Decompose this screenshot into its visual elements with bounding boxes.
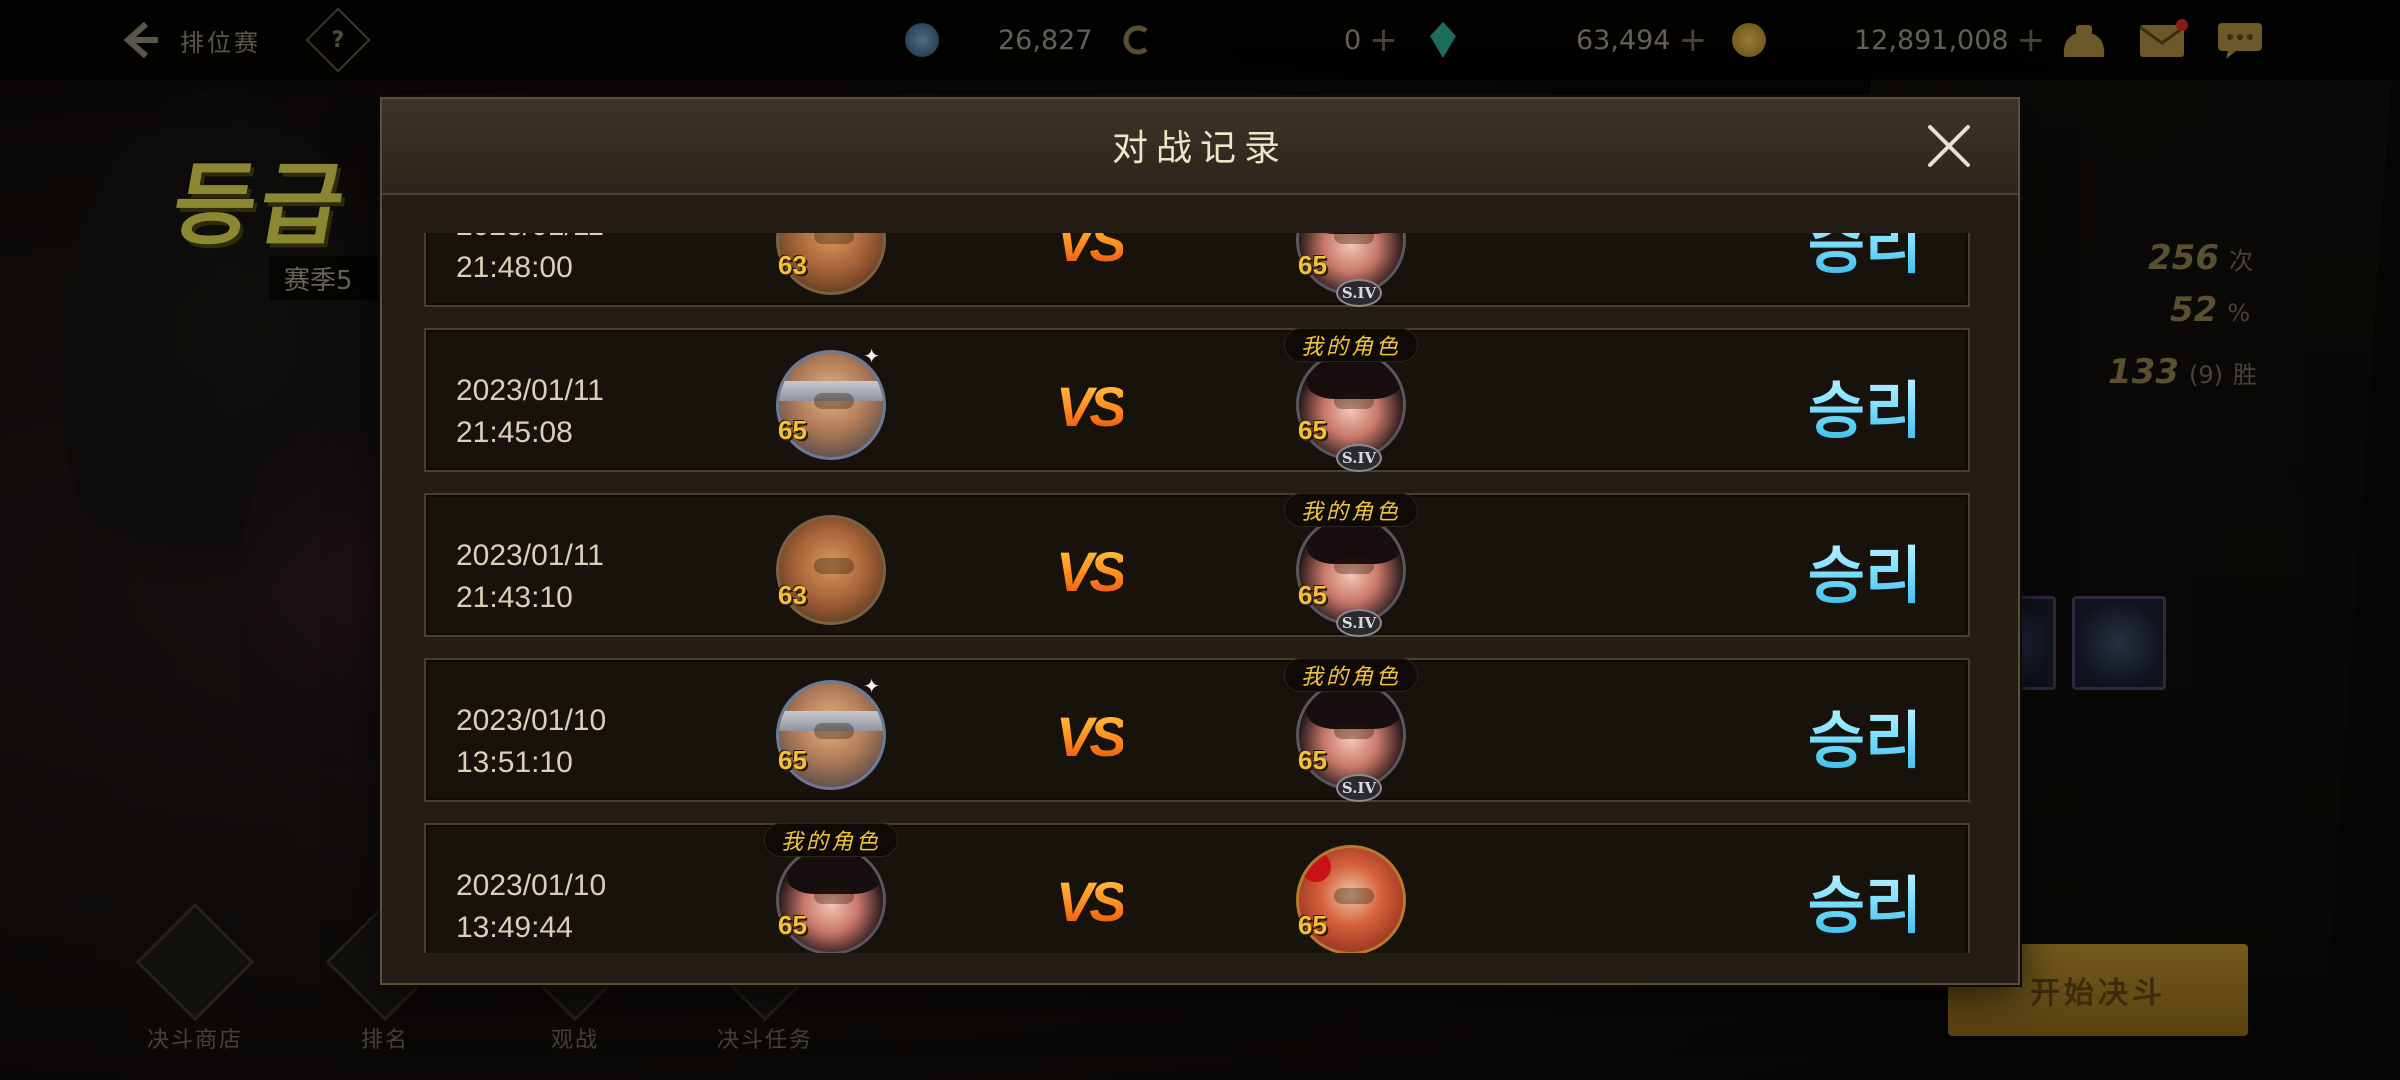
opponent-slot-left: 65 我的角色 bbox=[764, 823, 899, 953]
character-level: 65 bbox=[1298, 910, 1327, 940]
character-level: 65 bbox=[778, 745, 807, 775]
opponent-slot-right: 65 S.IV 我的角色 bbox=[1284, 658, 1419, 802]
battle-date: 2023/01/11 bbox=[456, 233, 604, 247]
modal-header: 对战记录 bbox=[382, 99, 2018, 195]
battle-datetime: 2023/01/11 21:48:00 bbox=[456, 233, 604, 289]
vs-label: VS bbox=[1056, 375, 1127, 438]
close-icon bbox=[1928, 125, 1970, 167]
my-character-tag: 我的角色 bbox=[1284, 658, 1419, 692]
character-level: 65 bbox=[1298, 250, 1327, 280]
battle-datetime: 2023/01/11 21:45:08 bbox=[456, 370, 604, 454]
battle-record-row[interactable]: 2023/01/10 13:49:44 65 我的角色 65 VS 승리 bbox=[424, 823, 1970, 953]
sparkle-icon: ✦ bbox=[863, 674, 880, 698]
battle-time: 13:51:10 bbox=[456, 746, 573, 779]
battle-time: 13:49:44 bbox=[456, 911, 573, 944]
battle-time: 21:48:00 bbox=[456, 251, 573, 284]
character-level: 65 bbox=[1298, 580, 1327, 610]
battle-datetime: 2023/01/11 21:43:10 bbox=[456, 535, 604, 619]
character-level: 65 bbox=[778, 910, 807, 940]
battle-result: 승리 bbox=[1808, 690, 1922, 780]
modal-title: 对战记录 bbox=[1111, 128, 1288, 169]
battle-record-list[interactable]: 2023/01/1121:48:006365S.IV我的角色VS승리2023/0… bbox=[424, 233, 1970, 953]
battle-datetime: 2023/01/10 13:51:10 bbox=[456, 700, 606, 784]
battle-date: 2023/01/11 bbox=[456, 539, 604, 572]
my-character-tag: 我的角色 bbox=[764, 823, 899, 857]
my-character-tag: 我的角色 bbox=[1284, 493, 1419, 527]
vs-label: VS bbox=[1056, 870, 1127, 933]
opponent-slot-right: 65 bbox=[1296, 845, 1406, 953]
character-level: 63 bbox=[778, 580, 807, 610]
opponent-slot-right: 65 S.IV 我的角色 bbox=[1284, 493, 1419, 637]
opponent-slot-left: ✦ 65 bbox=[776, 674, 886, 790]
battle-date: 2023/01/10 bbox=[456, 869, 607, 902]
character-level: 65 bbox=[1298, 745, 1327, 775]
battle-record-row[interactable]: 2023/01/11 21:43:10 63 65 S.IV 我的角色 VS 승리 bbox=[424, 493, 1970, 637]
battle-time: 21:45:08 bbox=[456, 416, 573, 449]
battle-time: 21:43:10 bbox=[456, 581, 573, 614]
battle-record-modal: 对战记录 2023/01/1121:48:006365S.IV我的角色VS승리2… bbox=[380, 97, 2020, 985]
rank-badge: S.IV bbox=[1336, 609, 1382, 637]
battle-record-row[interactable]: 2023/01/11 21:45:08 ✦ 65 65 S.IV 我的角色 VS 승리 bbox=[424, 328, 1970, 472]
character-level: 65 bbox=[778, 415, 807, 445]
sparkle-icon: ✦ bbox=[863, 344, 880, 368]
battle-result: 승리 bbox=[1808, 233, 1922, 285]
rank-badge: S.IV bbox=[1336, 774, 1382, 802]
battle-record-row[interactable]: 2023/01/10 13:51:10 ✦ 65 65 S.IV 我的角色 VS 승리 bbox=[424, 658, 1970, 802]
opponent-slot-left: 63 bbox=[776, 515, 886, 625]
opponent-slot-right: 65 S.IV 我的角色 bbox=[1284, 328, 1419, 472]
vs-label: VS bbox=[1056, 705, 1127, 768]
vs-label: VS bbox=[1056, 540, 1127, 603]
my-character-tag: 我的角色 bbox=[1284, 328, 1419, 362]
character-level: 65 bbox=[1298, 415, 1327, 445]
character-level: 63 bbox=[778, 250, 807, 280]
opponent-slot-right: 65S.IV我的角色 bbox=[1296, 233, 1406, 307]
battle-result: 승리 bbox=[1808, 525, 1922, 615]
vs-label: VS bbox=[1056, 233, 1127, 274]
rank-badge: S.IV bbox=[1336, 279, 1382, 307]
battle-result: 승리 bbox=[1808, 360, 1922, 450]
opponent-slot-left: 63 bbox=[776, 233, 886, 295]
opponent-slot-left: ✦ 65 bbox=[776, 344, 886, 460]
rank-badge: S.IV bbox=[1336, 444, 1382, 472]
battle-date: 2023/01/11 bbox=[456, 374, 604, 407]
battle-result: 승리 bbox=[1808, 855, 1922, 945]
battle-record-row[interactable]: 2023/01/1121:48:006365S.IV我的角色VS승리 bbox=[424, 233, 1970, 307]
battle-date: 2023/01/10 bbox=[456, 704, 607, 737]
battle-datetime: 2023/01/10 13:49:44 bbox=[456, 865, 606, 949]
close-button[interactable] bbox=[1924, 121, 1974, 171]
